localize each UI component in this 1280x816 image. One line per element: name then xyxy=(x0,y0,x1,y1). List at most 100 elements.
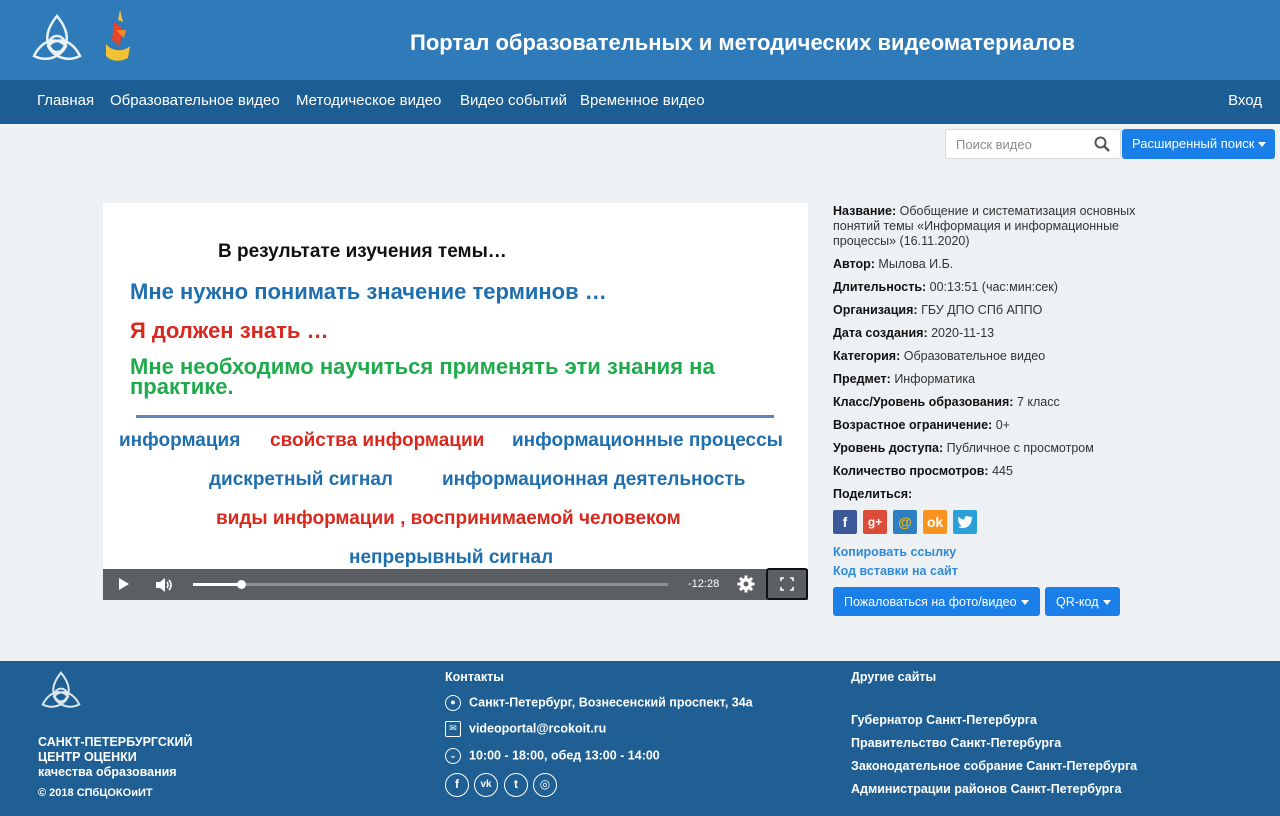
info-value: ГБУ ДПО СПб АППО xyxy=(921,303,1043,317)
info-class: Класс/Уровень образования: 7 класс xyxy=(833,395,1173,410)
slide-term: информация xyxy=(119,430,241,451)
nav-item-home[interactable]: Главная xyxy=(37,92,94,109)
info-label: Возрастное ограничение: xyxy=(833,418,993,432)
slide-line-understand: Мне нужно понимать значение терминов … xyxy=(130,279,607,304)
video-progress-fill xyxy=(193,583,241,586)
footer-link-government[interactable]: Правительство Санкт-Петербурга xyxy=(851,736,1061,750)
info-label: Предмет: xyxy=(833,372,891,386)
footer-instagram-icon[interactable]: ◎ xyxy=(533,773,557,797)
slide-divider xyxy=(136,415,774,418)
info-author: Автор: Мылова И.Б. xyxy=(833,257,1173,272)
slide-term: непрерывный сигнал xyxy=(349,547,554,568)
site-logo-icon[interactable] xyxy=(28,12,86,66)
info-value: 445 xyxy=(992,464,1013,478)
slide-term: информационная деятельность xyxy=(442,469,746,490)
info-label: Автор: xyxy=(833,257,875,271)
volume-icon[interactable] xyxy=(155,577,173,593)
embed-code-link[interactable]: Код вставки на сайт xyxy=(833,564,958,578)
info-created-date: Дата создания: 2020-11-13 xyxy=(833,326,1173,341)
chevron-down-icon xyxy=(1020,600,1029,606)
footer-email: ✉ videoportal@rcokoit.ru xyxy=(445,721,606,737)
info-label: Дата создания: xyxy=(833,326,928,340)
footer-vk-icon[interactable]: vk xyxy=(474,773,498,797)
info-name: Название: Обобщение и систематизация осн… xyxy=(833,204,1173,249)
complain-label: Пожаловаться на фото/видео xyxy=(844,595,1017,609)
facebook-icon[interactable]: f xyxy=(833,510,857,534)
video-controls: -12:28 xyxy=(103,568,808,600)
site-title: Портал образовательных и методических ви… xyxy=(410,30,1075,55)
mail-ru-icon[interactable]: @ xyxy=(893,510,917,534)
info-value: 2020-11-13 xyxy=(931,326,995,340)
chevron-down-icon xyxy=(1258,142,1267,148)
copy-link[interactable]: Копировать ссылку xyxy=(833,545,956,559)
twitter-bird-icon xyxy=(957,515,973,529)
footer-email-text[interactable]: videoportal@rcokoit.ru xyxy=(469,721,606,735)
footer-address: ● Санкт-Петербург, Вознесенский проспект,… xyxy=(445,695,753,711)
footer-twitter-icon[interactable]: t xyxy=(504,773,528,797)
emblem-logo-icon xyxy=(106,10,130,61)
advanced-search-button[interactable]: Расширенный поиск xyxy=(1122,129,1275,159)
odnoklassniki-icon[interactable]: ok xyxy=(923,510,947,534)
info-value: 0+ xyxy=(995,418,1010,432)
info-value: 00:13:51 (час:мин:сек) xyxy=(929,280,1058,294)
info-label: Организация: xyxy=(833,303,918,317)
video-progress-bar[interactable] xyxy=(193,580,668,589)
info-value: Информатика xyxy=(894,372,976,386)
footer-hours-text: 10:00 - 18:00, обед 13:00 - 14:00 xyxy=(469,748,660,763)
main-nav: Главная Образовательное видео Методическ… xyxy=(0,80,1280,124)
footer-facebook-icon[interactable]: f xyxy=(445,773,469,797)
footer-org-line: качества образования xyxy=(38,765,177,779)
slide-line-learn: Мне необходимо научиться применять эти з… xyxy=(130,354,715,399)
info-value: Образовательное видео xyxy=(903,349,1046,363)
advanced-search-label: Расширенный поиск xyxy=(1132,136,1255,151)
google-plus-icon[interactable]: g+ xyxy=(863,510,887,534)
slide-title: В результате изучения темы… xyxy=(218,241,507,262)
info-value: Мылова И.Б. xyxy=(878,257,954,271)
info-views: Количество просмотров: 445 xyxy=(833,464,1173,479)
time-remaining: -12:28 xyxy=(688,578,720,590)
search-icon[interactable] xyxy=(1094,136,1110,152)
footer-logo-icon xyxy=(41,671,81,708)
info-label: Длительность: xyxy=(833,280,927,294)
footer-address-text: Санкт-Петербург, Вознесенский проспект, … xyxy=(469,695,753,710)
info-category: Категория: Образовательное видео xyxy=(833,349,1173,364)
search-input[interactable] xyxy=(946,130,1094,158)
info-value: Публичное с просмотром xyxy=(946,441,1094,455)
play-icon[interactable] xyxy=(119,578,129,590)
slide-term: дискретный сигнал xyxy=(209,469,393,490)
slide-term: свойства информации xyxy=(270,430,485,451)
twitter-icon[interactable] xyxy=(953,510,977,534)
info-label: Класс/Уровень образования: xyxy=(833,395,1014,409)
nav-item-educational-video[interactable]: Образовательное видео xyxy=(110,92,280,109)
contacts-title: Контакты xyxy=(445,670,504,684)
nav-item-methodical-video[interactable]: Методическое видео xyxy=(296,92,441,109)
chevron-down-icon xyxy=(1102,600,1111,606)
nav-item-events-video[interactable]: Видео событий xyxy=(460,92,567,109)
footer-org-line: САНКТ-ПЕТЕРБУРГСКИЙ xyxy=(38,735,193,749)
other-sites-title: Другие сайты xyxy=(851,670,937,684)
location-icon: ● xyxy=(445,695,461,711)
footer-link-governor[interactable]: Губернатор Санкт-Петербурга xyxy=(851,713,1037,727)
info-age-limit: Возрастное ограничение: 0+ xyxy=(833,418,1173,433)
slide-line-know: Я должен знать … xyxy=(130,318,329,343)
search-box xyxy=(945,129,1121,159)
footer-link-districts[interactable]: Администрации районов Санкт-Петербурга xyxy=(851,782,1121,796)
info-duration: Длительность: 00:13:51 (час:мин:сек) xyxy=(833,280,1173,295)
complain-button[interactable]: Пожаловаться на фото/видео xyxy=(833,587,1040,616)
mail-icon: ✉ xyxy=(445,721,461,737)
login-link[interactable]: Вход xyxy=(1228,92,1262,109)
slide-term: виды информации , воспринимаемой человек… xyxy=(216,508,681,529)
qr-code-button[interactable]: QR-код xyxy=(1045,587,1120,616)
nav-item-temporary-video[interactable]: Временное видео xyxy=(580,92,705,109)
info-label: Название: xyxy=(833,204,897,218)
info-label: Категория: xyxy=(833,349,901,363)
footer-copyright: © 2018 СПбЦОКОиИТ xyxy=(38,787,153,799)
video-progress-handle[interactable] xyxy=(236,580,246,589)
video-player[interactable]: В результате изучения темы… Мне нужно по… xyxy=(103,203,808,600)
footer-link-legislative[interactable]: Законодательное собрание Санкт-Петербург… xyxy=(851,759,1137,773)
fullscreen-button[interactable] xyxy=(766,568,808,600)
site-footer: САНКТ-ПЕТЕРБУРГСКИЙ ЦЕНТР ОЦЕНКИ качеств… xyxy=(0,661,1280,816)
gear-icon[interactable] xyxy=(737,575,755,593)
footer-hours: ⌄ 10:00 - 18:00, обед 13:00 - 14:00 xyxy=(445,748,660,764)
info-access-level: Уровень доступа: Публичное с просмотром xyxy=(833,441,1173,456)
